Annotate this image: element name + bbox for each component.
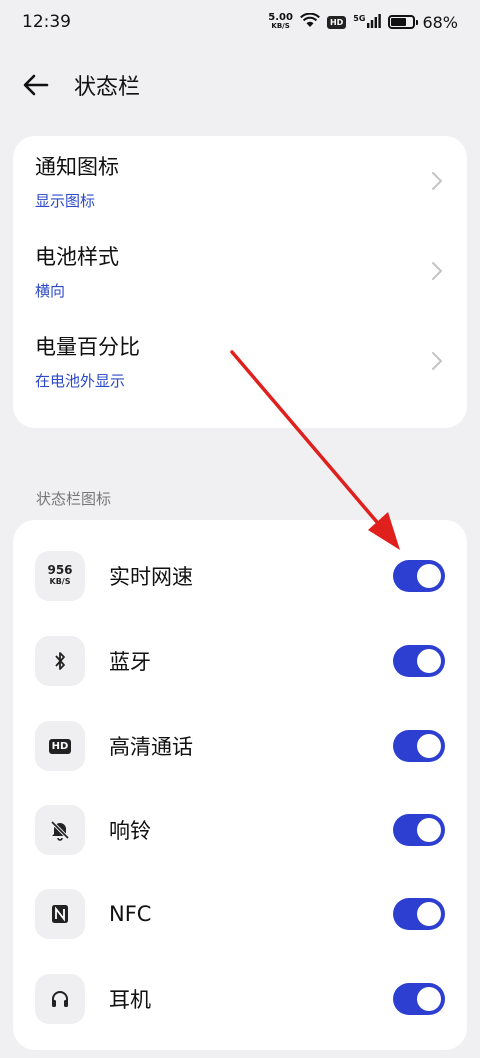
chevron-right-icon (432, 352, 443, 370)
toggle-label: NFC (109, 902, 152, 926)
battery-percent: 68% (422, 12, 458, 32)
status-icons: 5.00 KB/S HD 5G 68% (268, 12, 458, 32)
toggle-label: 耳机 (109, 988, 151, 1012)
toggle-row-ringer: 响铃 (13, 788, 467, 872)
ringer-switch[interactable] (393, 814, 445, 846)
headphones-icon (35, 974, 85, 1024)
battery-percent-row[interactable]: 电量百分比 在电池外显示 (13, 316, 467, 406)
battery-icon (388, 15, 419, 29)
status-net-speed: 5.00 KB/S (268, 12, 293, 31)
row-subtitle: 显示图标 (35, 192, 96, 210)
nfc-icon (35, 889, 85, 939)
battery-style-row[interactable]: 电池样式 横向 (13, 226, 467, 316)
row-title: 通知图标 (35, 155, 119, 179)
status-time: 12:39 (22, 12, 71, 32)
net-speed-icon: 956 KB/S (35, 551, 85, 601)
row-title: 电量百分比 (35, 335, 140, 359)
row-subtitle: 横向 (35, 282, 66, 300)
notification-icons-row[interactable]: 通知图标 显示图标 (13, 136, 467, 226)
nfc-switch[interactable] (393, 898, 445, 930)
section-label: 状态栏图标 (36, 490, 112, 508)
wifi-icon (300, 12, 320, 32)
bluetooth-icon (35, 636, 85, 686)
status-bar: 12:39 5.00 KB/S HD 5G 68% (0, 0, 480, 44)
bell-muted-icon (35, 805, 85, 855)
toggle-row-hd-call: HD 高清通话 (13, 704, 467, 788)
chevron-right-icon (432, 172, 443, 190)
hd-call-switch[interactable] (393, 730, 445, 762)
app-header: 状态栏 (0, 58, 480, 112)
toggle-label: 实时网速 (109, 565, 193, 589)
toggle-label: 高清通话 (109, 735, 193, 759)
page-title: 状态栏 (74, 75, 141, 100)
row-subtitle: 在电池外显示 (35, 372, 126, 390)
toggle-row-net-speed: 956 KB/S 实时网速 (13, 534, 467, 618)
toggle-row-headphones: 耳机 (13, 957, 467, 1041)
toggle-row-bluetooth: 蓝牙 (13, 619, 467, 703)
toggle-label: 蓝牙 (109, 650, 151, 674)
toggle-label: 响铃 (109, 819, 151, 843)
row-title: 电池样式 (35, 245, 119, 269)
hd-icon: HD (326, 15, 347, 29)
hd-call-icon: HD (35, 721, 85, 771)
bluetooth-switch[interactable] (393, 645, 445, 677)
network-type: 5G (353, 13, 366, 23)
toggle-row-nfc: NFC (13, 872, 467, 956)
back-button[interactable] (16, 65, 56, 105)
status-icons-card: 956 KB/S 实时网速 蓝牙 HD 高清通话 响铃 NFC 耳机 (13, 520, 467, 1050)
net-speed-switch[interactable] (393, 560, 445, 592)
headphones-switch[interactable] (393, 983, 445, 1015)
chevron-right-icon (432, 262, 443, 280)
arrow-left-icon (23, 74, 49, 96)
settings-card: 通知图标 显示图标 电池样式 横向 电量百分比 在电池外显示 (13, 136, 467, 428)
signal-icon (367, 13, 382, 32)
